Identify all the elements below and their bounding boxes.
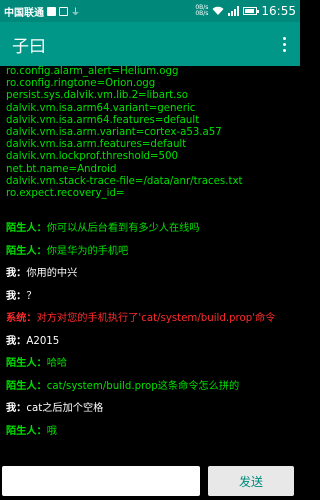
send-button[interactable]: 发送 — [208, 466, 294, 496]
prop-line: ro.config.alarm_alert=Helium.ogg — [6, 66, 179, 77]
prop-line: ro.config.ringtone=Orion.ogg — [6, 78, 156, 90]
check-square-icon — [59, 6, 68, 16]
message-input[interactable] — [2, 466, 200, 496]
wifi-icon — [212, 6, 224, 15]
prop-line: net.bt.name=Android — [6, 163, 117, 175]
app-title: 子曰 — [12, 36, 46, 57]
message-text: 你可以从后台看到有多少人在线吗 — [46, 223, 200, 235]
prop-line: dalvik.vm.isa.arm64.variant=generic — [6, 102, 196, 114]
message-sender: 我： — [6, 268, 27, 280]
message-sender: 陌生人： — [6, 425, 47, 437]
clock: 16:55 — [261, 4, 296, 18]
build-prop-output: ro.config.alarm_alert=Helium.ogg ro.conf… — [6, 66, 294, 200]
chat-area[interactable]: ro.config.alarm_alert=Helium.ogg ro.conf… — [0, 66, 300, 462]
chat-message: 陌生人：你是华为的手机吧 — [6, 245, 294, 258]
message-text: 哦 — [46, 425, 57, 437]
battery-icon — [243, 7, 260, 15]
message-sender: 陌生人： — [6, 380, 47, 392]
message-text: cat/system/build.prop这条命令怎么拼的 — [46, 380, 240, 392]
usb-icon: ⏚ — [71, 7, 81, 18]
carrier-name: 中国联通 — [4, 7, 44, 19]
message-sender: 系统： — [6, 313, 37, 325]
chat-message: 陌生人：你可以从后台看到有多少人在线吗 — [6, 222, 294, 235]
message-sender: 我： — [6, 290, 27, 302]
message-sender: 我： — [6, 335, 27, 347]
prop-line: dalvik.vm.isa.arm.variant=cortex-a53.a57 — [6, 127, 222, 139]
chat-message: 我：？ — [6, 290, 294, 303]
chat-message: 陌生人：cat/system/build.prop这条命令怎么拼的 — [6, 380, 294, 393]
signal-icon — [228, 6, 240, 16]
message-text: 你是华为的手机吧 — [46, 245, 129, 257]
status-bar: 中国联通 ⏚ 0B/s 0B/s 16:55 — [0, 0, 300, 22]
network-rate: 0B/s 0B/s — [195, 5, 208, 17]
prop-line: dalvik.vm.lockprof.threshold=500 — [6, 151, 178, 163]
message-text: 你用的中兴 — [26, 268, 78, 280]
prop-line: persist.sys.dalvik.vm.lib.2=libart.so — [6, 90, 188, 102]
message-text: 对方对您的手机执行了'cat/system/build.prop'命令 — [36, 313, 276, 325]
message-text: 哈哈 — [46, 358, 68, 370]
status-right: 0B/s 0B/s 16:55 — [195, 4, 296, 18]
message-sender: 陌生人： — [6, 223, 47, 235]
message-text: ？ — [26, 290, 37, 302]
input-bar: 发送 — [0, 462, 300, 500]
chat-message: 我：A2015 — [6, 335, 294, 348]
network-rate-bottom: 0B/s — [195, 10, 209, 17]
chat-message: 我：你用的中兴 — [6, 267, 294, 280]
app-bar: 子曰 — [0, 22, 300, 66]
message-sender: 陌生人： — [6, 245, 47, 257]
chat-message: 我：cat之后加个空格 — [6, 402, 294, 415]
chat-message: 陌生人：哦 — [6, 425, 294, 438]
prop-line: dalvik.vm.stack-trace-file=/data/anr/tra… — [6, 175, 243, 187]
message-text: A2015 — [26, 335, 60, 347]
check-square-icon — [47, 6, 56, 16]
prop-line: ro.expect.recovery_id= — [6, 188, 125, 200]
chat-message: 陌生人：哈哈 — [6, 357, 294, 370]
prop-line: dalvik.vm.isa.arm64.features=default — [6, 114, 200, 126]
message-text: cat之后加个空格 — [26, 403, 104, 415]
prop-line: dalvik.vm.isa.arm.features=default — [6, 139, 187, 151]
message-sender: 陌生人： — [6, 358, 47, 370]
message-sender: 我： — [6, 403, 27, 415]
status-left: 中国联通 ⏚ — [4, 4, 80, 19]
system-message: 系统：对方对您的手机执行了'cat/system/build.prop'命令 — [6, 312, 294, 325]
more-vert-icon[interactable] — [281, 33, 288, 56]
